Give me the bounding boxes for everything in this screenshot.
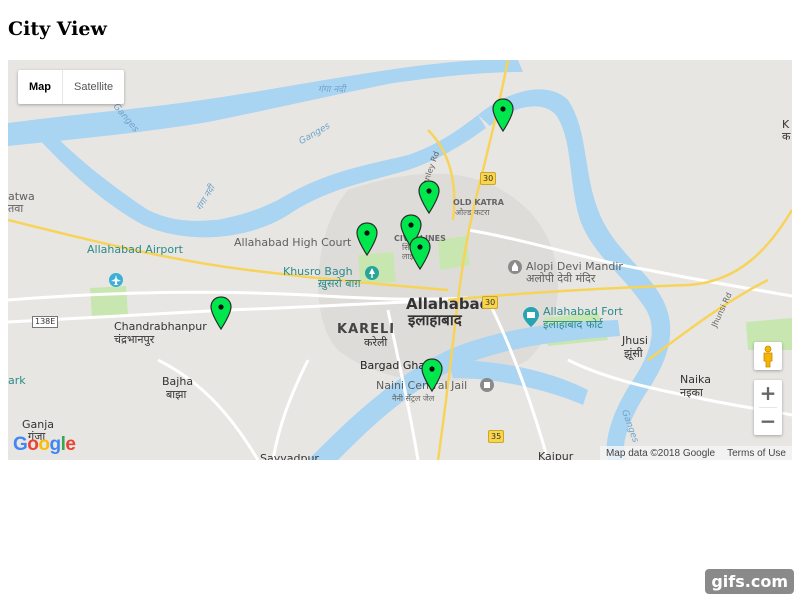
location-marker-icon[interactable] [356,222,378,256]
garden-icon [365,266,379,280]
poi-label: Allahabad Fort [543,305,623,318]
road-shield: 30 [482,296,499,309]
place-label: क [782,130,791,143]
zoom-control: + − [754,380,782,435]
zoom-in-button[interactable]: + [754,380,782,407]
street-view-pegman[interactable] [754,342,782,370]
place-label: Chandrabhanpur [114,320,207,333]
place-label: Naika [680,373,711,386]
city-label: इलाहाबाद [408,311,462,329]
location-marker-icon[interactable] [418,180,440,214]
place-label: Bajha [162,375,194,388]
map-data-text: Map data ©2018 Google [605,447,716,459]
location-marker-icon[interactable] [492,98,514,132]
page-title: City View [8,18,107,40]
building-icon [480,378,494,392]
place-label: बाझा [166,388,187,401]
place-label: ark [8,374,26,387]
zoom-out-button[interactable]: − [754,408,782,435]
poi-label: नैनी सेंट्रल जेल [392,394,435,403]
place-label: Jhusi [622,334,648,347]
place-label: Kaipur [538,450,574,460]
place-label: Sayyadpur [260,452,319,460]
place-label: तवा [8,202,24,215]
airport-icon [109,273,123,287]
place-label: नइका [680,386,703,399]
poi-label: इलाहाबाद फोर्ट [543,318,603,331]
map-attribution: Map data ©2018 Google Terms of Use [599,446,792,460]
place-label: Bargad Ghat [360,359,430,372]
place-label: ओल्ड कटरा [455,208,490,217]
fort-icon [523,307,539,327]
poi-label: अलोपी देवी मंदिर [526,272,596,285]
road-shield: 138E [32,316,59,328]
poi-label: ख़ुसरो बाग़ [318,277,361,290]
location-marker-icon[interactable] [421,358,443,392]
location-marker-icon[interactable] [210,296,232,330]
road-shield: 30 [480,172,497,185]
map-type-satellite-button[interactable]: Satellite [63,70,124,104]
map-canvas[interactable]: गंगा नदी Ganges Ganges गंगा नदी Ganges a… [8,60,792,460]
temple-icon [508,260,522,274]
google-logo: Google [13,434,76,455]
place-label: चंद्रभानपुर [114,333,155,346]
place-label: झूंसी [624,347,643,360]
road-shield: 35 [488,430,505,443]
map-type-control: Map Satellite [18,70,125,104]
map-type-map-button[interactable]: Map [18,70,63,104]
place-label: करेली [364,336,388,349]
place-label: Allahabad High Court [234,236,352,249]
poi-label: Allahabad Airport [87,243,183,256]
terms-link[interactable]: Terms of Use [721,448,792,459]
pegman-icon [763,345,773,368]
place-label: KARELI [337,322,396,337]
watermark: gifs.com [705,569,794,594]
river-label: गंगा नदी [318,85,346,95]
location-marker-icon[interactable] [409,236,431,270]
